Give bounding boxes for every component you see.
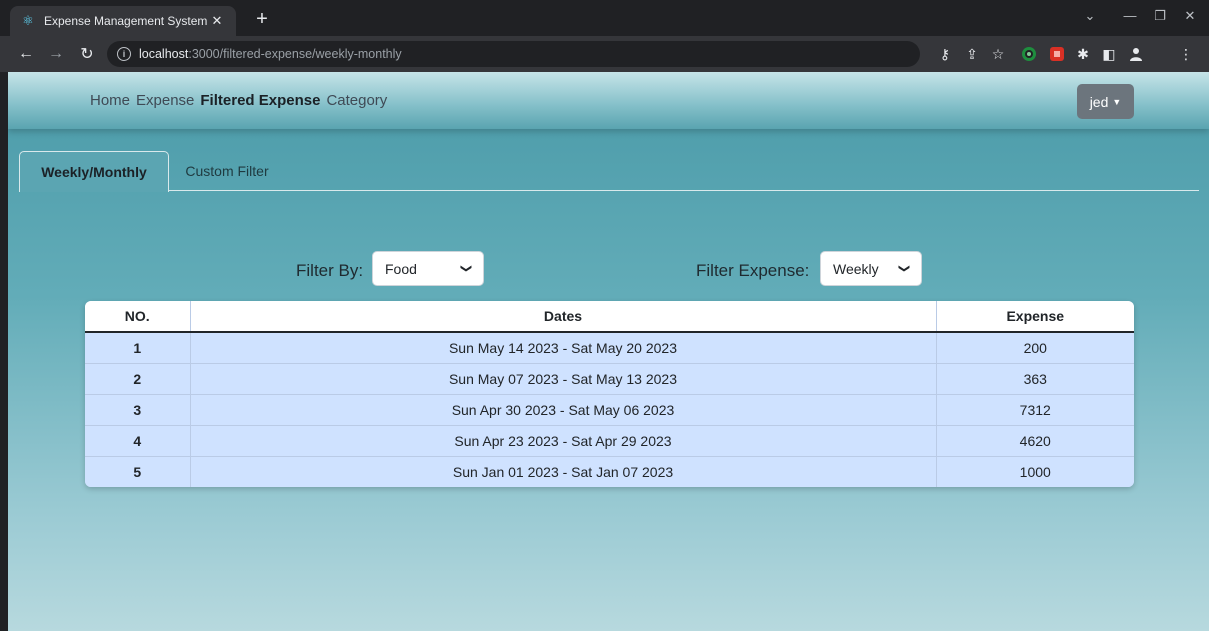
plus-icon[interactable]: +	[250, 7, 274, 31]
address-bar[interactable]: i localhost:3000/filtered-expense/weekly…	[107, 41, 920, 67]
table-header-row: NO. Dates Expense	[85, 301, 1134, 333]
table-row: 3 Sun Apr 30 2023 - Sat May 06 2023 7312	[85, 393, 1134, 425]
row-dates: Sun May 07 2023 - Sat May 13 2023	[190, 362, 937, 394]
caret-down-icon: ▼	[1112, 96, 1122, 107]
filter-expense-select[interactable]: Weekly ❯	[820, 251, 922, 286]
extension-red-icon[interactable]	[1047, 44, 1067, 64]
key-icon[interactable]: ⚷	[935, 44, 955, 64]
tab-custom-filter[interactable]: Custom Filter	[169, 151, 285, 191]
nav-link-expense[interactable]: Expense	[136, 92, 194, 109]
filter-by-select[interactable]: Food ❯	[372, 251, 484, 286]
row-expense: 200	[936, 331, 1134, 363]
kebab-menu-icon[interactable]: ⋮	[1176, 44, 1196, 64]
arrow-right-icon[interactable]: →	[44, 42, 68, 66]
filter-tabs: Weekly/Monthly Custom Filter	[19, 151, 1199, 192]
row-no: 5	[85, 455, 191, 487]
nav-links: Home Expense Filtered Expense Category	[90, 92, 387, 109]
filter-by-label: Filter By:	[296, 261, 364, 280]
header-no: NO.	[85, 301, 191, 333]
reload-icon[interactable]: ↻	[75, 42, 99, 66]
tab-weekly-monthly[interactable]: Weekly/Monthly	[19, 151, 169, 192]
table-row: 5 Sun Jan 01 2023 - Sat Jan 07 2023 1000	[85, 455, 1134, 487]
row-no: 4	[85, 424, 191, 456]
filter-expense-label: Filter Expense:	[696, 261, 810, 280]
react-icon: ⚛	[22, 13, 34, 28]
row-dates: Sun Apr 23 2023 - Sat Apr 29 2023	[190, 424, 937, 456]
star-icon[interactable]: ☆	[988, 44, 1008, 64]
table-row: 4 Sun Apr 23 2023 - Sat Apr 29 2023 4620	[85, 424, 1134, 456]
extension-target-icon[interactable]	[1019, 44, 1039, 64]
chevron-down-icon: ❯	[459, 263, 472, 274]
nav-link-filtered-expense[interactable]: Filtered Expense	[200, 92, 320, 109]
row-no: 2	[85, 362, 191, 394]
page-content: Home Expense Filtered Expense Category j…	[8, 72, 1209, 631]
nav-link-home[interactable]: Home	[90, 92, 130, 109]
user-name: jed	[1089, 93, 1109, 110]
filter-by-value: Food	[385, 260, 417, 277]
row-dates: Sun Apr 30 2023 - Sat May 06 2023	[190, 393, 937, 425]
address-url: localhost:3000/filtered-expense/weekly-m…	[139, 47, 402, 61]
browser-tab[interactable]: ⚛ Expense Management System ✕	[10, 6, 236, 36]
row-expense: 7312	[936, 393, 1134, 425]
nav-link-category[interactable]: Category	[326, 92, 387, 109]
close-tab-icon[interactable]: ✕	[208, 13, 226, 29]
close-window-icon[interactable]: ✕	[1176, 4, 1204, 28]
header-dates: Dates	[190, 301, 937, 333]
table-row: 1 Sun May 14 2023 - Sat May 20 2023 200	[85, 331, 1134, 363]
row-expense: 363	[936, 362, 1134, 394]
user-dropdown-button[interactable]: jed ▼	[1077, 84, 1134, 119]
restore-icon[interactable]: ❐	[1146, 4, 1174, 28]
browser-tab-title: Expense Management System	[44, 14, 208, 28]
arrow-left-icon[interactable]: ←	[14, 42, 38, 66]
app-navbar: Home Expense Filtered Expense Category j…	[8, 72, 1209, 129]
expense-table: NO. Dates Expense 1 Sun May 14 2023 - Sa…	[85, 301, 1134, 487]
side-panel-icon[interactable]: ◧	[1099, 44, 1119, 64]
person-icon[interactable]	[1126, 44, 1146, 64]
share-icon[interactable]: ⇪	[962, 44, 982, 64]
row-dates: Sun Jan 01 2023 - Sat Jan 07 2023	[190, 455, 937, 487]
puzzle-icon[interactable]: ✱	[1073, 44, 1093, 64]
filter-expense-value: Weekly	[833, 260, 879, 277]
chevron-down-icon: ❯	[897, 263, 910, 274]
row-expense: 4620	[936, 424, 1134, 456]
browser-tab-bar: ⚛ Expense Management System ✕ + ⌄ — ❐ ✕	[0, 0, 1209, 36]
info-icon[interactable]: i	[117, 47, 131, 61]
browser-toolbar: ← → ↻ i localhost:3000/filtered-expense/…	[0, 36, 1209, 72]
row-no: 1	[85, 331, 191, 363]
minimize-icon[interactable]: —	[1116, 4, 1144, 28]
header-expense: Expense	[936, 301, 1134, 333]
row-no: 3	[85, 393, 191, 425]
row-dates: Sun May 14 2023 - Sat May 20 2023	[190, 331, 937, 363]
row-expense: 1000	[936, 455, 1134, 487]
table-row: 2 Sun May 07 2023 - Sat May 13 2023 363	[85, 362, 1134, 394]
chevron-down-icon[interactable]: ⌄	[1076, 4, 1104, 28]
